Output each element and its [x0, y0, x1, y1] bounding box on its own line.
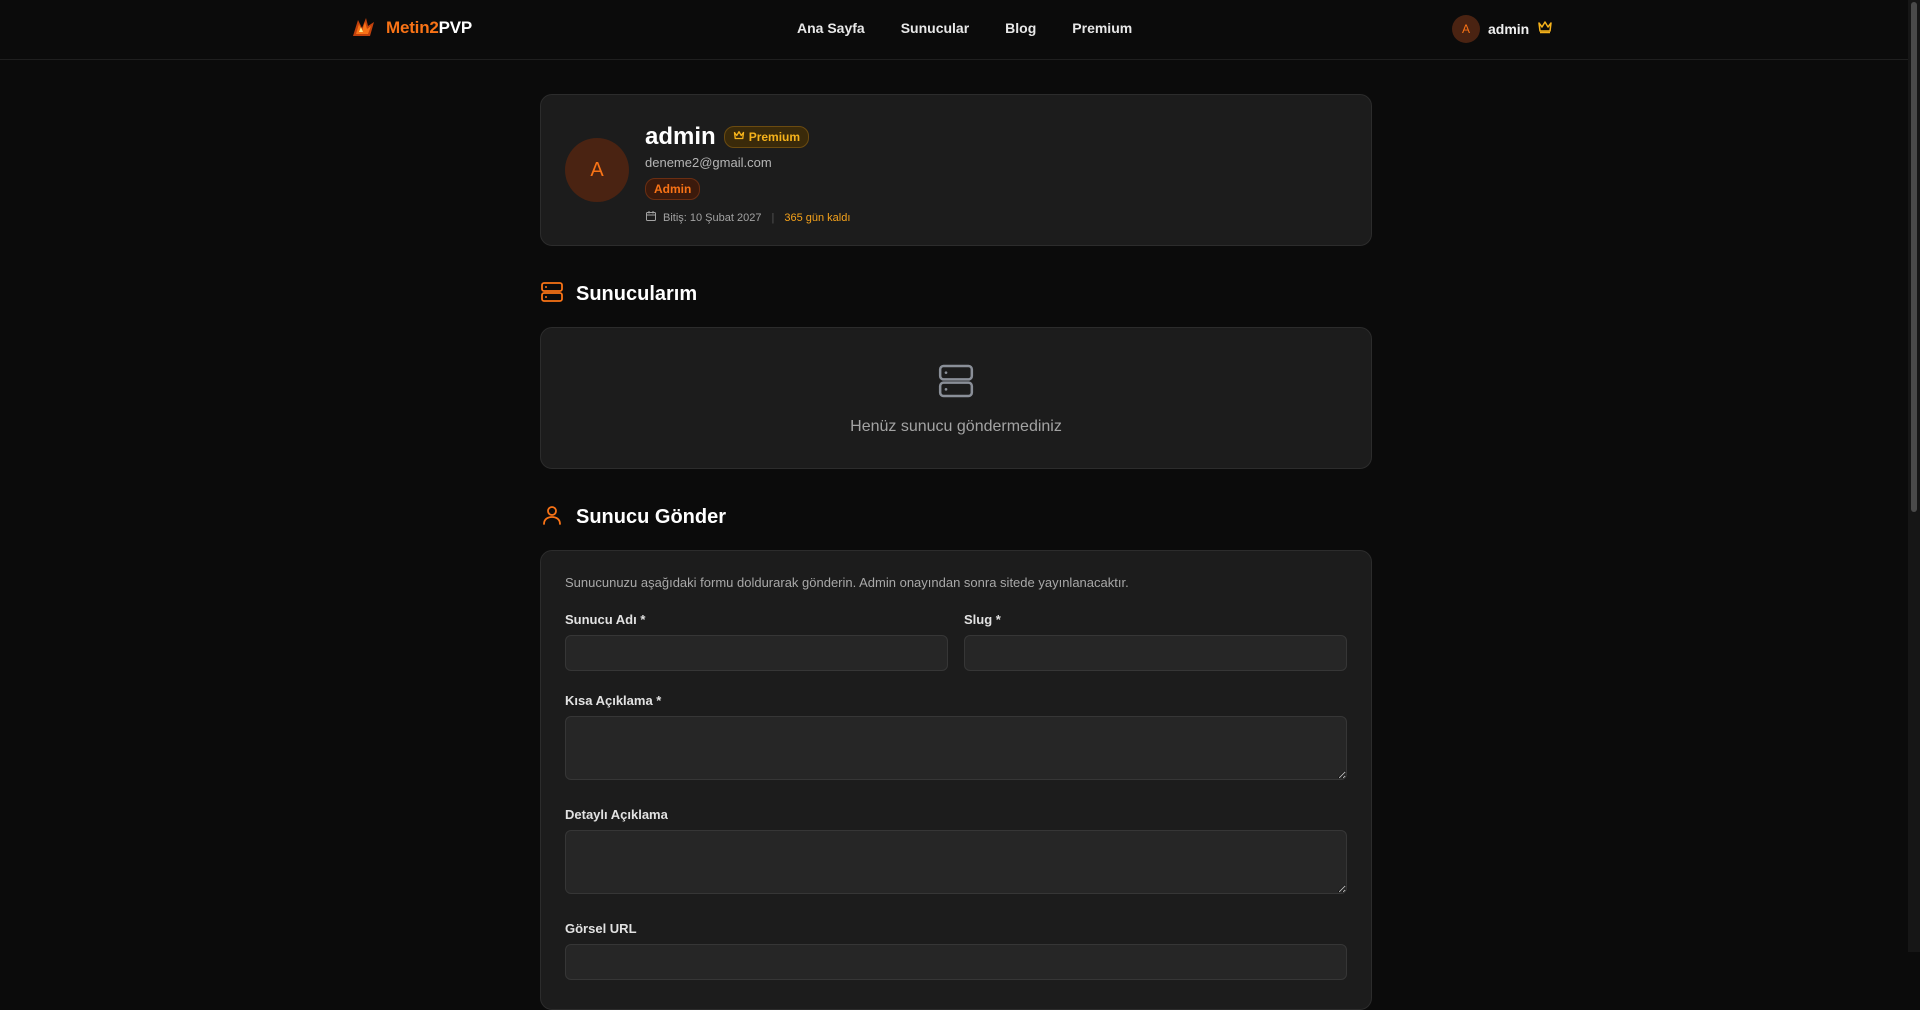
user-avatar: A	[1452, 15, 1480, 43]
slug-input[interactable]	[964, 635, 1347, 671]
scrollbar-thumb[interactable]	[1911, 2, 1917, 512]
detailed-description-input[interactable]	[565, 830, 1347, 894]
logo-text: Metin2PVP	[386, 18, 473, 37]
short-description-label: Kısa Açıklama *	[565, 693, 662, 708]
detailed-description-label: Detaylı Açıklama	[565, 807, 668, 822]
premium-expiry: Bitiş: 10 Şubat 2027 | 365 gün kaldı	[645, 210, 850, 225]
server-name-label: Sunucu Adı *	[565, 612, 646, 627]
expiry-date: Bitiş: 10 Şubat 2027	[663, 211, 762, 224]
crown-icon	[1537, 20, 1553, 39]
profile-name: admin	[645, 123, 716, 150]
submit-server-heading: Sunucu Gönder	[540, 503, 1372, 532]
servers-empty-state: Henüz sunucu göndermediniz	[540, 327, 1372, 469]
section-title: Sunucularım	[576, 283, 698, 305]
crown-icon	[733, 130, 745, 144]
profile-card: A admin Premium deneme2@gmail.com Admin …	[540, 94, 1372, 246]
form-intro: Sunucunuzu aşağıdaki formu doldurarak gö…	[565, 575, 1129, 590]
server-icon	[936, 361, 976, 406]
logo-icon	[350, 14, 378, 42]
user-menu[interactable]: A admin	[1452, 15, 1553, 43]
meta-divider: |	[771, 211, 775, 224]
profile-email: deneme2@gmail.com	[645, 155, 772, 170]
image-url-label: Görsel URL	[565, 921, 637, 936]
server-name-input[interactable]	[565, 635, 948, 671]
image-url-input[interactable]	[565, 944, 1347, 980]
role-badge: Admin	[645, 178, 701, 200]
nav-blog[interactable]: Blog	[1005, 20, 1036, 36]
profile-avatar: A	[565, 138, 629, 202]
submit-server-form: Sunucunuzu aşağıdaki formu doldurarak gö…	[540, 550, 1372, 1010]
nav-premium[interactable]: Premium	[1072, 20, 1132, 36]
server-icon	[540, 280, 564, 309]
calendar-icon	[645, 210, 657, 225]
empty-state-text: Henüz sunucu göndermediniz	[850, 417, 1062, 435]
my-servers-heading: Sunucularım	[540, 280, 1372, 309]
site-logo[interactable]: Metin2PVP	[350, 14, 472, 42]
user-icon	[540, 503, 564, 532]
days-left: 365 gün kaldı	[784, 211, 851, 224]
nav-servers[interactable]: Sunucular	[901, 20, 969, 36]
premium-badge-label: Premium	[748, 130, 801, 144]
section-title: Sunucu Gönder	[576, 506, 726, 528]
profile-page: A admin Premium deneme2@gmail.com Admin …	[540, 94, 1372, 1010]
slug-label: Slug *	[964, 612, 1001, 627]
top-navbar: Metin2PVP Ana Sayfa Sunucular Blog Premi…	[0, 0, 1908, 60]
short-description-input[interactable]	[565, 716, 1347, 780]
nav-home[interactable]: Ana Sayfa	[797, 20, 865, 36]
main-nav: Ana Sayfa Sunucular Blog Premium	[797, 20, 1132, 36]
premium-badge: Premium	[723, 126, 810, 148]
page-scrollbar[interactable]	[1908, 0, 1920, 952]
user-name: admin	[1488, 21, 1530, 37]
